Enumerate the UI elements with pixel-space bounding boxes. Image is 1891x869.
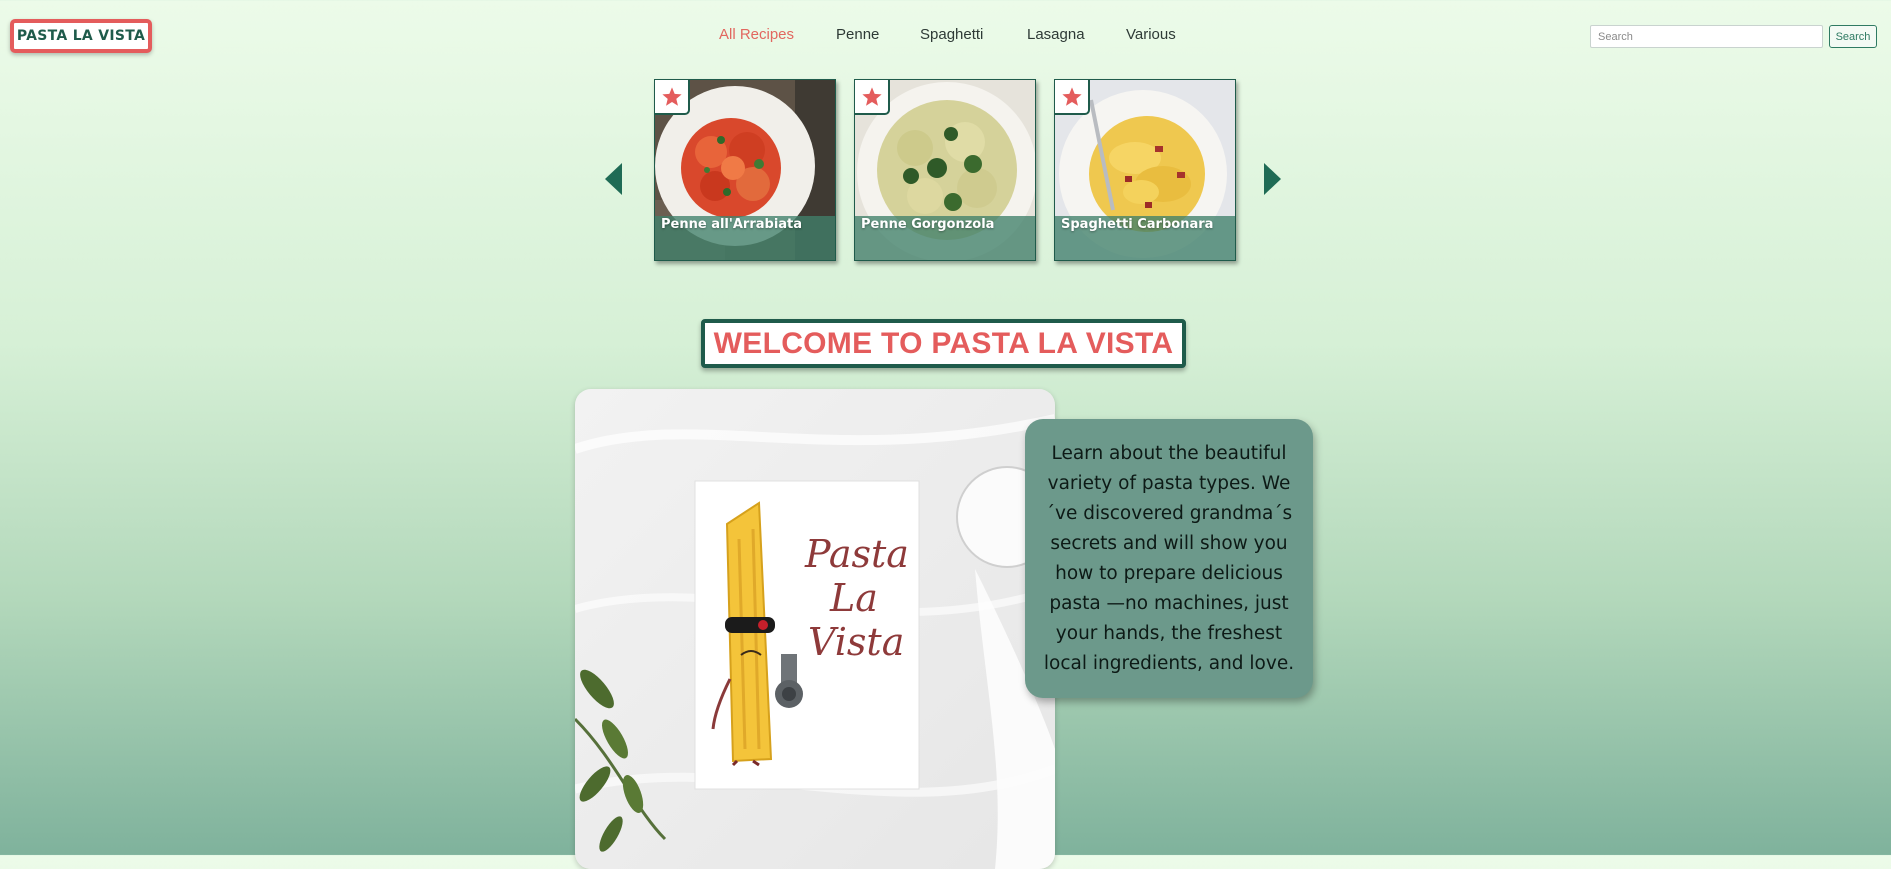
recipe-card-penne-gorgonzola[interactable]: Penne Gorgonzola (854, 79, 1036, 261)
welcome-heading: WELCOME TO PASTA LA VISTA (701, 319, 1186, 368)
star-icon (1061, 86, 1082, 106)
card-text-vista: Vista (808, 620, 904, 664)
nav-spaghetti[interactable]: Spaghetti (920, 26, 983, 43)
pasta-la-vista-card-illustration: Pasta La Vista (575, 389, 1055, 869)
nav-lasagna[interactable]: Lasagna (1027, 26, 1085, 43)
intro-panel: Learn about the beautiful variety of pas… (1025, 419, 1313, 698)
favorite-badge[interactable] (655, 80, 690, 115)
nav-various[interactable]: Various (1126, 26, 1176, 43)
favorite-badge[interactable] (855, 80, 890, 115)
card-title[interactable]: Penne Gorgonzola (861, 217, 994, 232)
card-text-pasta: Pasta (804, 532, 909, 576)
search-button[interactable]: Search (1829, 25, 1877, 48)
favorite-badge[interactable] (1055, 80, 1090, 115)
star-icon (661, 86, 682, 106)
intro-text: Learn about the beautiful variety of pas… (1043, 442, 1295, 674)
card-title[interactable]: Spaghetti Carbonara (1061, 217, 1213, 232)
carousel-prev-arrow-icon[interactable] (605, 163, 623, 195)
card-title[interactable]: Penne all'Arrabiata (661, 217, 802, 232)
carousel-next-arrow-icon[interactable] (1263, 163, 1281, 195)
recipe-card-spaghetti-carbonara[interactable]: Spaghetti Carbonara (1054, 79, 1236, 261)
hero-image: Pasta La Vista (575, 389, 1055, 869)
card-text-la: La (829, 576, 878, 620)
nav-all-recipes[interactable]: All Recipes (719, 26, 794, 43)
star-icon (861, 86, 882, 106)
nav-penne[interactable]: Penne (836, 26, 879, 43)
search-input[interactable] (1590, 25, 1823, 48)
recipe-card-penne-arrabiata[interactable]: Penne all'Arrabiata (654, 79, 836, 261)
